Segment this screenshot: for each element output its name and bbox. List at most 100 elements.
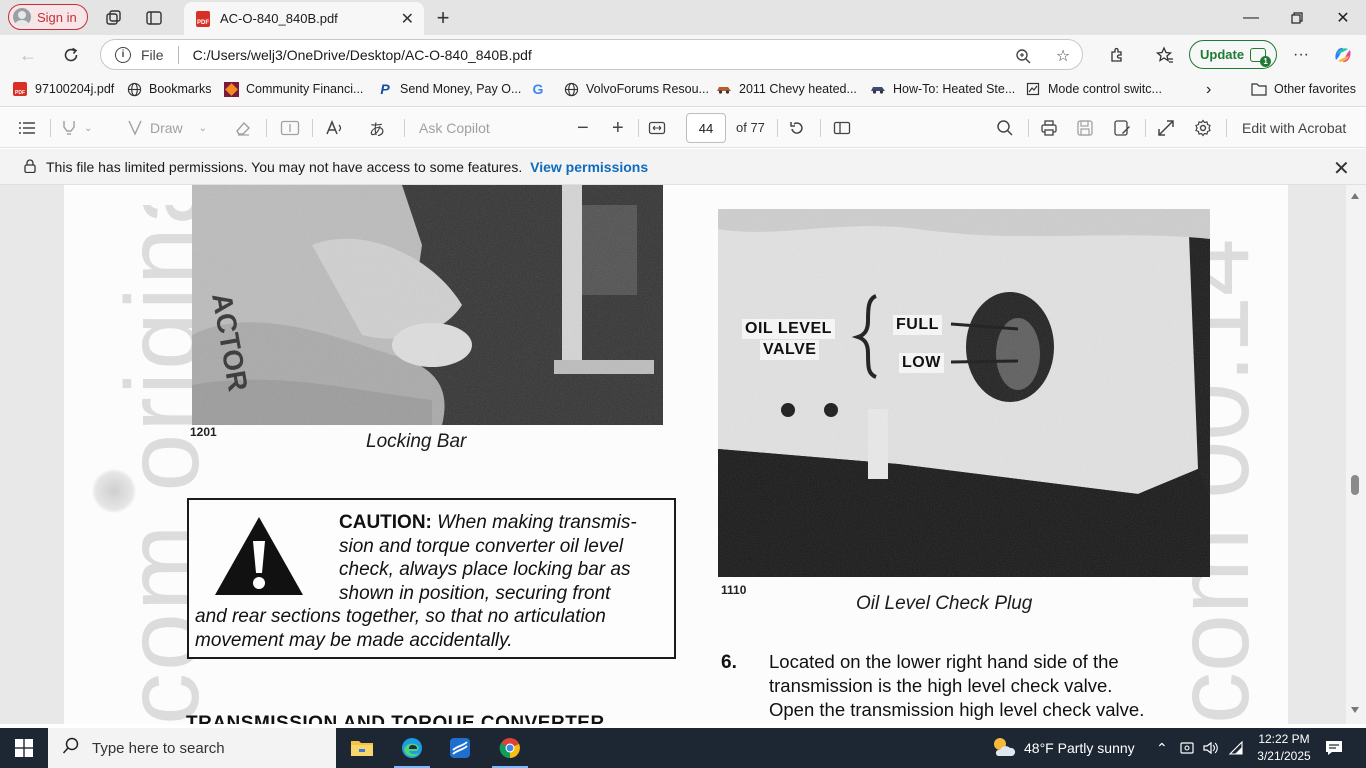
text-box-icon[interactable] (280, 117, 300, 139)
chrome-browser-icon[interactable] (486, 728, 534, 768)
current-page-value: 44 (698, 120, 714, 136)
restore-icon[interactable] (1274, 0, 1320, 35)
update-button[interactable]: Update (1189, 40, 1277, 69)
figure-number-left: 1201 (190, 425, 217, 439)
close-window-icon[interactable]: ✕ (1320, 0, 1366, 35)
page-view-icon[interactable] (833, 117, 851, 139)
figure-caption-right: Oil Level Check Plug (856, 593, 1033, 614)
bookmark-item[interactable]: 2011 Chevy heated... (716, 81, 857, 97)
update-label: Update (1200, 47, 1245, 62)
sign-in-label: Sign in (37, 9, 77, 25)
wifi-icon[interactable] (1228, 728, 1244, 768)
pdf-page: com original b com 00.14 ACTOR (64, 185, 1288, 724)
caution-line: check, always place locking bar as (339, 559, 631, 580)
bookmarks-overflow-chevron-icon[interactable]: › (1206, 81, 1211, 99)
minimize-icon[interactable]: — (1228, 0, 1274, 35)
app-icon-blue[interactable] (436, 728, 484, 768)
file-explorer-icon[interactable] (338, 728, 386, 768)
zoom-in-icon[interactable]: + (612, 117, 624, 139)
photo-label-low: LOW (899, 353, 944, 373)
fit-page-icon[interactable] (648, 117, 666, 139)
toolbar-divider (312, 119, 313, 137)
eraser-icon[interactable] (234, 117, 252, 139)
bookmark-item[interactable]: PDF 97100204j.pdf (12, 81, 114, 97)
ask-copilot-button[interactable]: Ask Copilot (419, 117, 490, 139)
draw-tool[interactable]: Draw ⌄ (126, 117, 207, 139)
back-icon[interactable]: ← (15, 42, 41, 68)
copilot-icon[interactable] (1330, 42, 1356, 68)
extensions-icon[interactable] (1104, 42, 1130, 68)
save-icon[interactable] (1076, 117, 1094, 139)
edit-with-acrobat-button[interactable]: Edit with Acrobat (1242, 117, 1346, 139)
bookmark-item[interactable]: G (530, 81, 553, 97)
bookmark-item[interactable]: How-To: Heated Ste... (870, 81, 1015, 97)
sign-in-button[interactable]: Sign in (8, 4, 88, 30)
bookmark-item[interactable]: VolvoForums Resou... (563, 81, 709, 97)
pdf-viewport[interactable]: com original b com 00.14 ACTOR (0, 185, 1366, 724)
bookmark-item[interactable]: P Send Money, Pay O... (377, 81, 521, 97)
close-permissions-icon[interactable]: ✕ (1333, 156, 1350, 181)
paypal-icon: P (380, 81, 390, 97)
avatar-icon (13, 8, 31, 26)
edge-browser-icon[interactable] (388, 728, 436, 768)
close-tab-icon[interactable]: ✕ (401, 9, 414, 29)
translate-icon[interactable]: あ (369, 117, 385, 139)
system-clock[interactable]: 12:22 PM 3/21/2025 (1252, 731, 1316, 765)
full-screen-icon[interactable] (1157, 117, 1175, 139)
toolbar-divider (1145, 119, 1146, 137)
other-favorites-folder[interactable]: Other favorites (1251, 81, 1356, 97)
windows-taskbar: Type here to search 48°F Partly sunny ⌃ … (0, 728, 1366, 768)
scroll-down-arrow-icon[interactable] (1351, 707, 1359, 713)
tab-title: AC-O-840_840B.pdf (220, 11, 338, 26)
lock-icon (24, 159, 36, 173)
more-menu-icon[interactable]: ··· (1288, 42, 1314, 68)
new-tab-icon[interactable]: + (432, 5, 454, 30)
search-icon (62, 737, 80, 759)
start-windows-icon[interactable] (0, 728, 48, 768)
bookmark-item[interactable]: Community Financi... (223, 81, 363, 97)
address-bar[interactable]: i File C:/Users/welj3/OneDrive/Desktop/A… (100, 39, 1083, 70)
google-icon: G (532, 81, 544, 97)
bookmark-item[interactable]: Bookmarks (126, 81, 212, 97)
workspaces-icon[interactable] (102, 7, 124, 29)
zoom-icon[interactable] (1013, 46, 1033, 66)
car-icon (870, 81, 886, 97)
ask-copilot-label: Ask Copilot (419, 120, 490, 136)
volume-icon[interactable] (1203, 728, 1219, 768)
highlight-tool[interactable]: ⌄ (60, 117, 92, 139)
caution-line: When making transmis- (437, 512, 637, 533)
caution-line: sion and torque converter oil level (339, 536, 624, 557)
save-as-icon[interactable] (1113, 117, 1131, 139)
clock-time: 12:22 PM (1258, 732, 1310, 746)
notifications-icon[interactable] (1325, 728, 1343, 768)
info-icon[interactable]: i (115, 46, 131, 63)
caution-line: movement may be made accidentally. (195, 630, 513, 651)
table-of-contents-icon[interactable] (18, 117, 36, 139)
show-hidden-icons-chevron-icon[interactable]: ⌃ (1156, 728, 1168, 768)
read-aloud-icon[interactable] (325, 117, 345, 139)
view-permissions-link[interactable]: View permissions (530, 159, 648, 175)
vertical-scrollbar[interactable] (1346, 185, 1366, 724)
refresh-icon[interactable] (58, 42, 84, 68)
bookmark-label: VolvoForums Resou... (586, 82, 709, 96)
scroll-up-arrow-icon[interactable] (1351, 193, 1359, 199)
permissions-bar: This file has limited permissions. You m… (0, 149, 1366, 185)
print-icon[interactable] (1040, 117, 1058, 139)
rotate-icon[interactable] (788, 117, 806, 139)
network-device-icon[interactable] (1180, 728, 1196, 768)
url-text[interactable]: C:/Users/welj3/OneDrive/Desktop/AC-O-840… (193, 47, 532, 63)
settings-gear-icon[interactable] (1194, 117, 1212, 139)
tab-actions-icon[interactable] (143, 7, 165, 29)
toolbar-divider (266, 119, 267, 137)
bookmark-item[interactable]: Mode control switc... (1025, 81, 1162, 97)
zoom-out-icon[interactable]: − (577, 117, 589, 139)
taskbar-search-input[interactable]: Type here to search (48, 728, 336, 768)
page-number-input[interactable]: 44 (686, 113, 726, 143)
scrollbar-thumb[interactable] (1351, 475, 1359, 495)
search-icon[interactable] (996, 117, 1014, 139)
weather-widget[interactable]: 48°F Partly sunny (990, 728, 1135, 768)
favorites-icon[interactable] (1152, 42, 1178, 68)
oil-level-check-plug-photo: OIL LEVEL VALVE FULL LOW (718, 209, 1210, 577)
favorite-star-icon[interactable]: ☆ (1053, 46, 1073, 66)
tab-active-pdf[interactable]: PDF AC-O-840_840B.pdf ✕ (184, 2, 424, 35)
